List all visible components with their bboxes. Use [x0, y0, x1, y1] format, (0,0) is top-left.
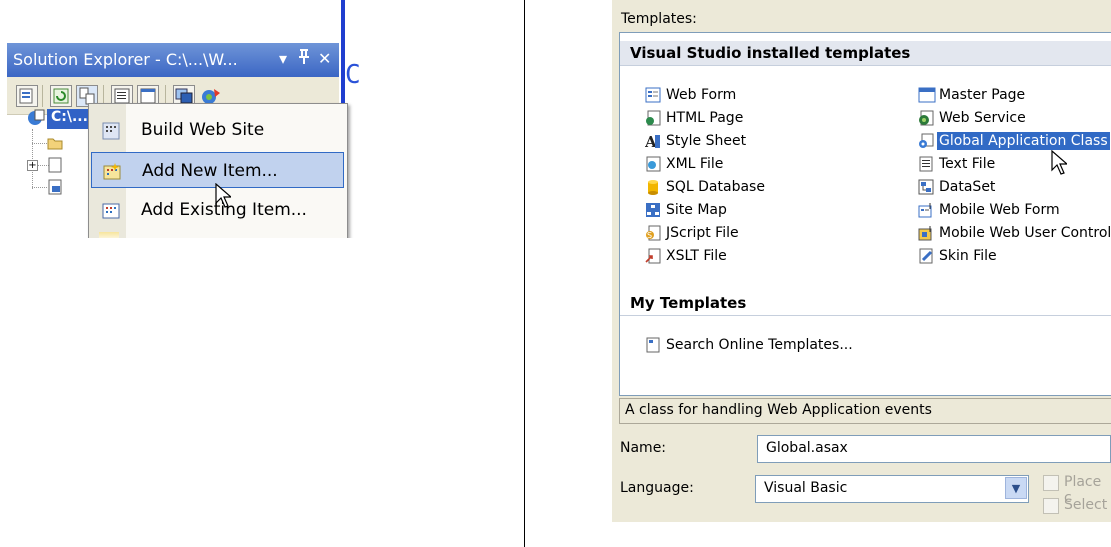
context-menu: Build Web Site Add New Item... Add Exist… — [88, 103, 348, 238]
style-sheet-icon: A — [644, 133, 661, 151]
name-input[interactable]: Global.asax — [757, 435, 1111, 463]
file-icon — [47, 157, 63, 173]
select-master-page-checkbox[interactable] — [1043, 498, 1059, 514]
template-description: A class for handling Web Application eve… — [619, 398, 1111, 424]
web-service-icon — [918, 110, 934, 126]
template-label: DataSet — [939, 179, 996, 195]
web-form-icon — [645, 87, 661, 103]
file-icon — [47, 179, 63, 195]
next-item-icon — [99, 232, 119, 238]
group-header-my-templates: My Templates — [620, 290, 1111, 315]
description-text: A class for handling Web Application eve… — [625, 402, 932, 418]
jscript-file-icon: S — [645, 225, 661, 241]
chevron-down-icon[interactable]: ▼ — [1005, 477, 1027, 499]
html-page-icon — [645, 110, 661, 126]
select-master-page-label: Select — [1064, 497, 1108, 513]
template-label: Search Online Templates... — [666, 337, 853, 353]
template-label: Master Page — [939, 87, 1026, 103]
dataset-icon — [918, 179, 934, 195]
vertical-divider — [524, 0, 525, 547]
website-icon — [27, 108, 45, 125]
template-label: JScript File — [666, 225, 739, 241]
template-label: Mobile Web Form — [939, 202, 1060, 218]
text-file-icon — [918, 156, 934, 172]
name-input-value: Global.asax — [766, 440, 848, 456]
solution-explorer-title: Solution Explorer - C:\...\W... — [13, 50, 238, 69]
mobile-web-form-icon — [918, 202, 934, 218]
master-page-icon — [918, 87, 936, 103]
svg-text:S: S — [647, 231, 652, 240]
templates-list[interactable]: Visual Studio installed templates Web Fo… — [619, 32, 1111, 396]
place-code-checkbox[interactable] — [1043, 475, 1059, 491]
template-label: Site Map — [666, 202, 727, 218]
language-select-value: Visual Basic — [764, 480, 848, 496]
add-existing-item-icon — [102, 202, 120, 219]
menu-item-label: Build Web Site — [141, 120, 265, 140]
template-label: Text File — [939, 156, 996, 172]
group-header-installed: Visual Studio installed templates — [620, 40, 1111, 66]
group-header-label: My Templates — [630, 294, 747, 312]
expand-icon[interactable]: + — [27, 160, 38, 171]
template-label: HTML Page — [666, 110, 744, 126]
template-label: SQL Database — [666, 179, 765, 195]
template-label: XML File — [666, 156, 724, 172]
template-label: Style Sheet — [666, 133, 747, 149]
menu-item-build-web-site[interactable]: Build Web Site — [91, 112, 344, 148]
template-label: Skin File — [939, 248, 997, 264]
template-label: XSLT File — [666, 248, 727, 264]
menu-item-label: Add New Item... — [142, 161, 278, 181]
search-online-templates-icon — [645, 337, 661, 353]
skin-file-icon — [918, 248, 934, 264]
add-new-item-dialog: Templates: Visual Studio installed templ… — [612, 0, 1111, 522]
properties-icon[interactable] — [16, 85, 38, 107]
template-label: Web Service — [939, 110, 1026, 126]
close-icon[interactable]: ✕ — [318, 49, 331, 68]
mobile-web-user-control-icon — [918, 225, 934, 241]
solution-explorer-title-bar[interactable]: Solution Explorer - C:\...\W... ▾ ✕ — [7, 43, 339, 77]
templates-label: Templates: — [621, 11, 697, 27]
global-application-class-icon — [918, 133, 934, 149]
sql-database-icon — [645, 179, 661, 195]
group-header-label: Visual Studio installed templates — [630, 44, 911, 62]
xslt-file-icon — [645, 248, 661, 264]
site-map-icon — [645, 202, 661, 218]
refresh-icon[interactable] — [50, 85, 72, 107]
add-new-item-icon — [103, 163, 121, 180]
solution-explorer-panel: C] Solution Explorer - C:\...\W... ▾ ✕ — [5, 0, 362, 238]
auto-hide-pin-icon[interactable] — [297, 49, 311, 69]
folder-icon — [47, 135, 63, 151]
name-label: Name: — [620, 440, 667, 456]
editor-text: C] — [345, 60, 362, 90]
xml-file-icon — [645, 156, 661, 172]
language-select[interactable]: Visual Basic ▼ — [755, 475, 1029, 503]
template-label: Global Application Class — [937, 132, 1110, 150]
window-position-dropdown-icon[interactable]: ▾ — [279, 49, 287, 68]
template-label: Mobile Web User Control — [939, 225, 1111, 241]
build-icon — [102, 122, 120, 140]
template-label: Web Form — [666, 87, 737, 103]
language-label: Language: — [620, 480, 694, 496]
